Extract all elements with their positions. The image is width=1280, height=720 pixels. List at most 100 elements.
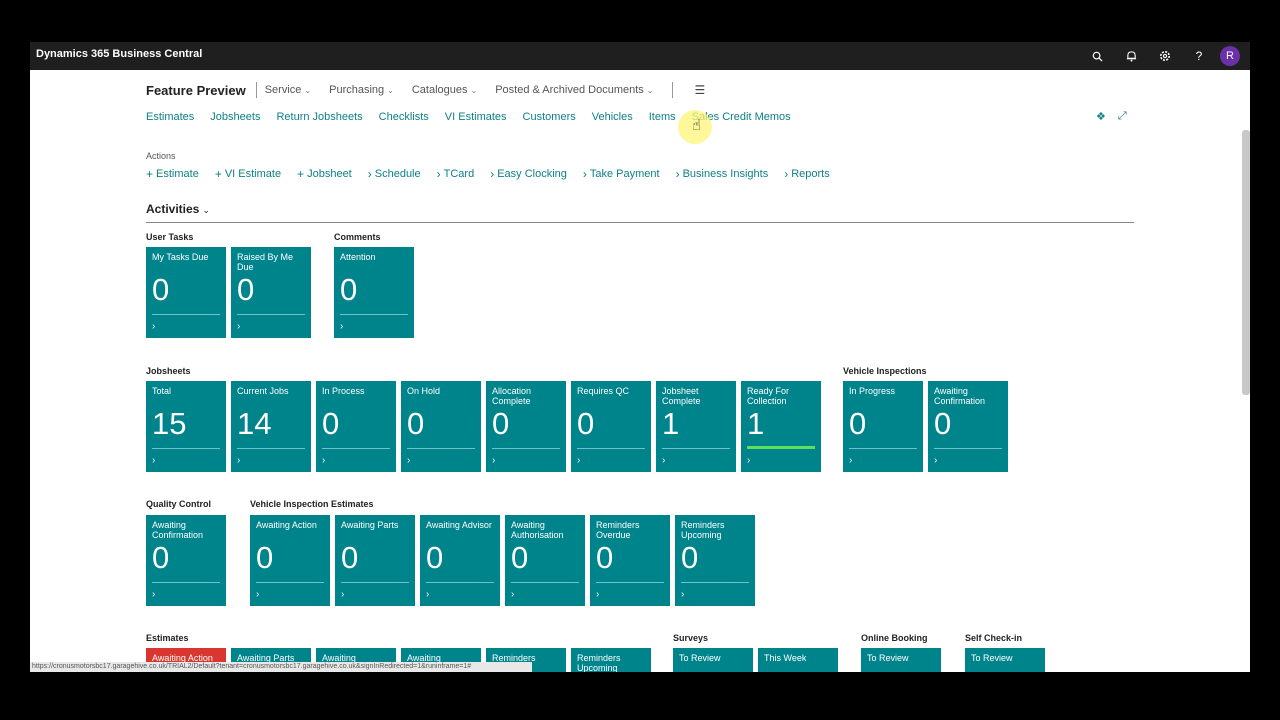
tile-in-progress[interactable]: In Progress 0 › xyxy=(843,381,923,472)
tile-divider xyxy=(934,448,1002,449)
hand-cursor-icon: ☝ xyxy=(692,117,702,134)
chevron-down-icon: ⌄ xyxy=(470,85,478,95)
tile-vie-awaiting-advisor[interactable]: Awaiting Advisor 0 › xyxy=(420,515,500,606)
nav-estimates[interactable]: Estimates xyxy=(146,111,194,123)
app-brand: Dynamics 365 Business Central xyxy=(36,48,203,60)
gear-icon[interactable] xyxy=(1154,45,1176,67)
tile-surveys-this-week[interactable]: This Week xyxy=(758,648,838,672)
tile-online-booking-to-review[interactable]: To Review xyxy=(861,648,941,672)
tile-est-reminders-upcoming[interactable]: Reminders Upcoming xyxy=(571,648,651,672)
group-label-vi-estimates: Vehicle Inspection Estimates xyxy=(250,499,374,509)
chevron-right-icon: › xyxy=(849,455,853,466)
menu-purchasing[interactable]: Purchasing ⌄ xyxy=(329,84,394,96)
tile-vie-reminders-upcoming[interactable]: Reminders Upcoming 0 › xyxy=(675,515,755,606)
tile-value: 0 xyxy=(426,540,444,575)
group-label-comments: Comments xyxy=(334,232,381,242)
menu-catalogues[interactable]: Catalogues ⌄ xyxy=(412,84,477,96)
tile-raised-by-me-due[interactable]: Raised By Me Due 0 › xyxy=(231,247,311,338)
chevron-right-icon: › xyxy=(490,167,495,181)
menu-service[interactable]: Service ⌄ xyxy=(265,84,311,96)
nav-items[interactable]: Items xyxy=(649,111,676,123)
activities-heading[interactable]: Activities ⌄ xyxy=(146,202,210,216)
tile-label: Awaiting Advisor xyxy=(426,520,492,530)
tile-current-jobs[interactable]: Current Jobs 14 › xyxy=(231,381,311,472)
tile-vie-reminders-overdue[interactable]: Reminders Overdue 0 › xyxy=(590,515,670,606)
tiles-quality-control: Awaiting Confirmation 0 › xyxy=(146,515,231,606)
bell-icon[interactable] xyxy=(1120,45,1142,67)
user-avatar[interactable]: R xyxy=(1220,46,1240,66)
tile-in-process[interactable]: In Process 0 › xyxy=(316,381,396,472)
tile-value: 0 xyxy=(596,540,614,575)
tile-jobsheet-complete[interactable]: Jobsheet Complete 1 › xyxy=(656,381,736,472)
action-label: VI Estimate xyxy=(224,168,282,180)
chevron-right-icon: › xyxy=(341,589,345,600)
search-icon[interactable] xyxy=(1086,45,1108,67)
action-easy-clocking[interactable]: › Easy Clocking xyxy=(490,167,567,181)
tile-value: 1 xyxy=(662,406,680,441)
nav-vehicles[interactable]: Vehicles xyxy=(592,111,633,123)
chevron-right-icon: › xyxy=(426,589,430,600)
chevron-down-icon: ⌄ xyxy=(387,85,394,95)
action-estimate[interactable]: + Estimate xyxy=(146,167,199,181)
chevron-right-icon: › xyxy=(367,167,372,181)
page-title[interactable]: Feature Preview xyxy=(146,83,246,98)
menu-posted-archived[interactable]: Posted & Archived Documents ⌄ xyxy=(495,84,653,96)
menu-label: Posted & Archived Documents xyxy=(495,84,644,96)
chevron-right-icon: › xyxy=(596,589,600,600)
tile-label: To Review xyxy=(679,653,721,663)
action-jobsheet[interactable]: + Jobsheet xyxy=(297,167,352,181)
menu-label: Service xyxy=(264,84,302,96)
expand-icon[interactable]: ⤢ xyxy=(1118,110,1127,123)
tile-value: 0 xyxy=(340,272,358,307)
tile-divider xyxy=(511,582,579,583)
tile-progress-bar xyxy=(747,446,815,449)
tile-divider xyxy=(341,582,409,583)
action-label: TCard xyxy=(443,168,475,180)
group-label-jobsheets: Jobsheets xyxy=(146,366,191,376)
tile-attention[interactable]: Attention 0 › xyxy=(334,247,414,338)
tile-total[interactable]: Total 15 › xyxy=(146,381,226,472)
tile-divider xyxy=(152,314,220,315)
tile-divider xyxy=(322,448,390,449)
tile-self-checkin-to-review[interactable]: To Review xyxy=(965,648,1045,672)
top-bar-icons: ? R xyxy=(1074,45,1240,67)
tile-label: Awaiting Parts xyxy=(341,520,399,530)
tile-vie-awaiting-action[interactable]: Awaiting Action 0 › xyxy=(250,515,330,606)
tile-surveys-to-review[interactable]: To Review xyxy=(673,648,753,672)
tile-my-tasks-due[interactable]: My Tasks Due 0 › xyxy=(146,247,226,338)
tile-label: To Review xyxy=(867,653,909,663)
chevron-right-icon: › xyxy=(436,167,441,181)
tile-label: Awaiting Authorisation xyxy=(511,520,564,540)
tile-ready-for-collection[interactable]: Ready For Collection 1 › xyxy=(741,381,821,472)
tiles-self-checkin: To Review xyxy=(965,648,1050,672)
action-schedule[interactable]: › Schedule xyxy=(368,167,421,181)
tile-vie-awaiting-authorisation[interactable]: Awaiting Authorisation 0 › xyxy=(505,515,585,606)
nav-customers[interactable]: Customers xyxy=(523,111,576,123)
tile-requires-qc[interactable]: Requires QC 0 › xyxy=(571,381,651,472)
tiles-vi-estimates: Awaiting Action 0 › Awaiting Parts 0 › Await… xyxy=(250,515,760,606)
tile-qc-awaiting-confirmation[interactable]: Awaiting Confirmation 0 › xyxy=(146,515,226,606)
action-business-insights[interactable]: › Business Insights xyxy=(676,167,769,181)
tile-label: Allocation Complete xyxy=(492,386,532,406)
action-reports[interactable]: › Reports xyxy=(784,167,830,181)
chevron-down-icon: ⌄ xyxy=(304,85,312,95)
tile-allocation-complete[interactable]: Allocation Complete 0 › xyxy=(486,381,566,472)
tile-on-hold[interactable]: On Hold 0 › xyxy=(401,381,481,472)
tile-label: Attention xyxy=(340,252,376,262)
vertical-scrollbar[interactable] xyxy=(1242,130,1250,395)
nav-vi-estimates[interactable]: VI Estimates xyxy=(445,111,507,123)
action-take-payment[interactable]: › Take Payment xyxy=(583,167,660,181)
nav-checklists[interactable]: Checklists xyxy=(379,111,429,123)
pin-icon[interactable]: ❖ xyxy=(1096,110,1106,123)
action-vi-estimate[interactable]: + VI Estimate xyxy=(215,167,281,181)
tile-divider xyxy=(426,582,494,583)
help-icon[interactable]: ? xyxy=(1188,45,1210,67)
tile-awaiting-confirmation[interactable]: Awaiting Confirmation 0 › xyxy=(928,381,1008,472)
tile-vie-awaiting-parts[interactable]: Awaiting Parts 0 › xyxy=(335,515,415,606)
hamburger-menu-icon[interactable]: ☰ xyxy=(695,83,706,97)
group-label-estimates: Estimates xyxy=(146,633,189,643)
nav-return-jobsheets[interactable]: Return Jobsheets xyxy=(276,111,362,123)
tile-value: 0 xyxy=(152,272,170,307)
nav-jobsheets[interactable]: Jobsheets xyxy=(210,111,260,123)
action-tcard[interactable]: › TCard xyxy=(437,167,475,181)
